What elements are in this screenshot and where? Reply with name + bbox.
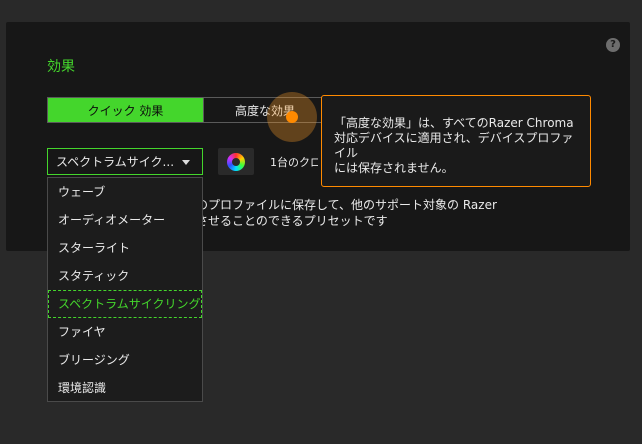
device-count-text: 1台のクロ: [270, 156, 318, 169]
dropdown-option-spectrum-cycling[interactable]: スペクトラムサイクリング: [48, 290, 202, 318]
dropdown-option-static[interactable]: スタティック: [48, 262, 202, 290]
dropdown-option-audio-meter[interactable]: オーディオメーター: [48, 206, 202, 234]
tooltip-line: 「高度な効果」は、すべてのRazer Chroma: [334, 116, 574, 130]
effect-description-line: 期させることのできるプリセットです: [184, 214, 388, 228]
tooltip-line: 対応デバイスに適用され、デバイスプロファイル: [334, 131, 574, 160]
effect-description: スのプロファイルに保存して、他のサポート対象の Razer 期させることのできる…: [184, 197, 497, 229]
tooltip-line: には保存されません。: [334, 161, 454, 175]
effect-description-line: スのプロファイルに保存して、他のサポート対象の Razer: [184, 198, 497, 212]
color-picker-button[interactable]: [218, 148, 254, 175]
effect-select[interactable]: スペクトラムサイク...: [47, 148, 203, 175]
section-title: 効果: [47, 59, 75, 75]
effect-select-value: スペクトラムサイク...: [56, 155, 175, 169]
dropdown-option-fire[interactable]: ファイヤ: [48, 318, 202, 346]
advanced-effects-tooltip: 「高度な効果」は、すべてのRazer Chroma 対応デバイスに適用され、デバ…: [321, 95, 591, 187]
cursor-indicator: [286, 111, 298, 123]
tab-quick-effects[interactable]: クイック 効果: [48, 98, 203, 122]
dropdown-option-breathing[interactable]: ブリージング: [48, 346, 202, 374]
dropdown-option-starlight[interactable]: スターライト: [48, 234, 202, 262]
effect-dropdown-list: ウェーブ オーディオメーター スターライト スタティック スペクトラムサイクリン…: [47, 177, 203, 402]
dropdown-option-ambient-awareness[interactable]: 環境認識: [48, 374, 202, 402]
app-window: ? 効果 クイック 効果 高度な効果 スペクトラムサイク... 1台のクロ スの…: [0, 0, 642, 444]
color-wheel-icon: [227, 152, 245, 171]
chevron-down-icon: [182, 160, 190, 165]
help-icon[interactable]: ?: [606, 38, 620, 52]
dropdown-option-wave[interactable]: ウェーブ: [48, 178, 202, 206]
